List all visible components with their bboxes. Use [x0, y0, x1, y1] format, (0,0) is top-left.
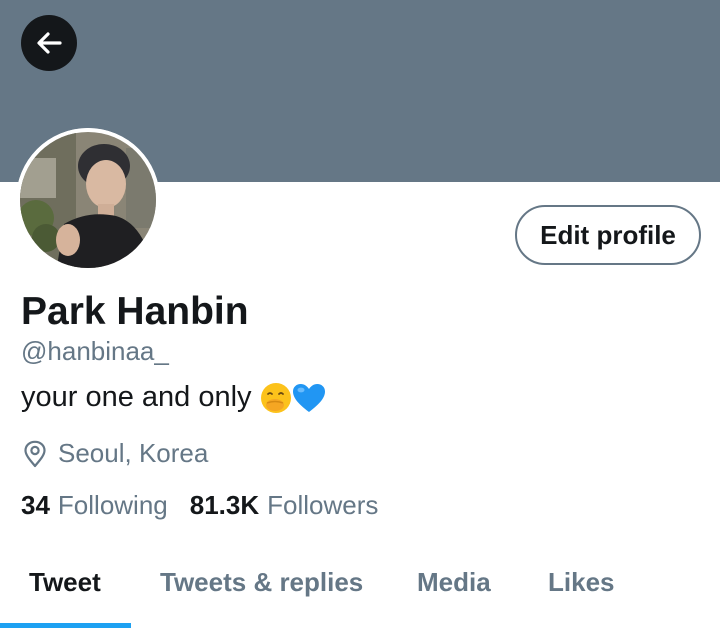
avatar[interactable]	[16, 128, 160, 272]
profile-tabs: Tweet Tweets & replies Media Likes	[0, 545, 720, 631]
active-tab-indicator	[0, 623, 131, 628]
following-stat[interactable]: 34 Following	[21, 490, 168, 521]
bio: your one and only	[21, 381, 326, 414]
tab-tweets-and-replies[interactable]: Tweets & replies	[160, 567, 363, 598]
face-with-hand-over-mouth-emoji	[260, 382, 291, 413]
following-count: 34	[21, 490, 50, 520]
follow-stats: 34 Following 81.3K Followers	[21, 490, 378, 521]
followers-stat[interactable]: 81.3K Followers	[190, 490, 379, 521]
tab-tweet[interactable]: Tweet	[29, 567, 101, 598]
user-handle: @hanbinaa_	[21, 336, 169, 366]
bio-text: your one and only	[21, 381, 252, 413]
arrow-left-icon	[37, 32, 62, 54]
back-button[interactable]	[21, 15, 77, 71]
display-name: Park Hanbin	[21, 290, 249, 333]
location-text: Seoul, Korea	[58, 438, 209, 468]
avatar-photo	[16, 128, 160, 272]
followers-count: 81.3K	[189, 490, 260, 520]
profile-location: Seoul, Korea	[22, 438, 208, 469]
edit-profile-button[interactable]: Edit profile	[515, 205, 701, 265]
followers-label: Followers	[267, 490, 379, 520]
profile-page: Edit profile Park Hanbin @hanbinaa_ your…	[0, 0, 720, 631]
following-label: Following	[57, 490, 168, 520]
location-pin-icon	[22, 440, 48, 468]
blue-heart-emoji	[292, 383, 325, 412]
tab-likes[interactable]: Likes	[548, 567, 615, 598]
bio-emojis	[260, 382, 326, 414]
tab-media[interactable]: Media	[417, 567, 491, 598]
